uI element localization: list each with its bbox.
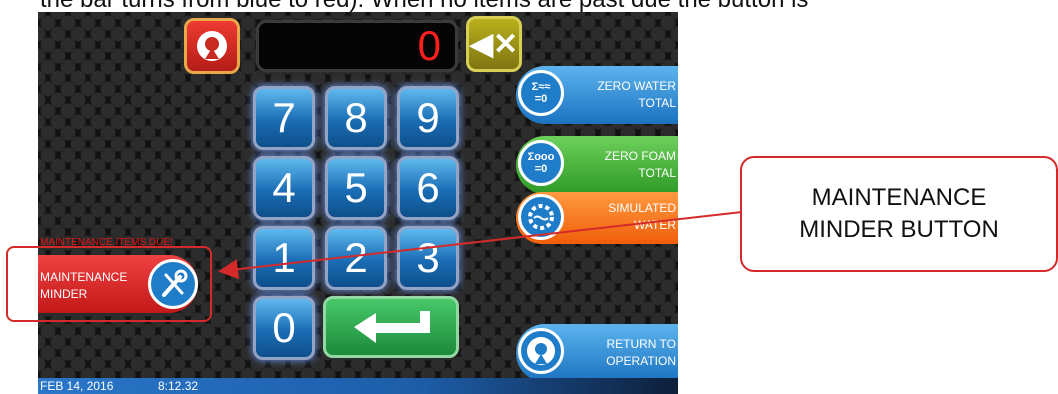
callout-label: MAINTENANCE MINDER BUTTON [740, 156, 1058, 272]
callout-line1: MAINTENANCE [811, 184, 987, 211]
callout-line2: MINDER BUTTON [799, 216, 999, 243]
